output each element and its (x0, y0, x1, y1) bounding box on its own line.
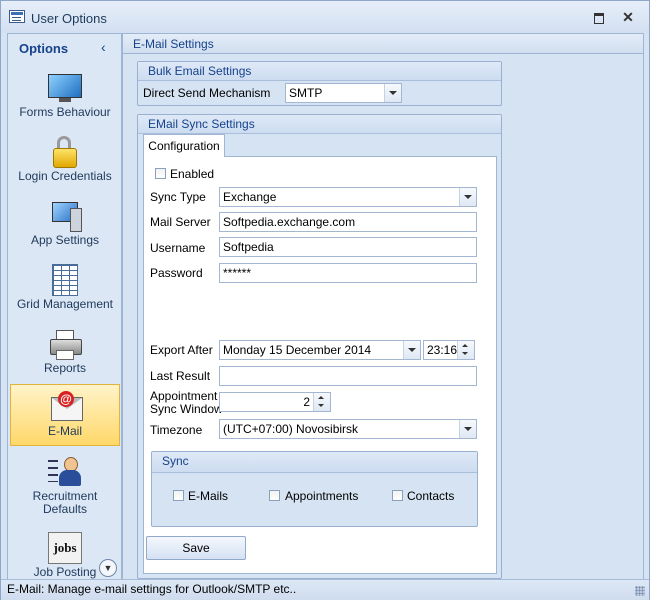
timezone-label: Timezone (150, 423, 203, 437)
last-result-label: Last Result (150, 369, 211, 383)
sidebar-item-label: Forms Behaviour (19, 105, 111, 119)
sidebar-item-label: Reports (43, 361, 87, 375)
sidebar-item-login-credentials[interactable]: Login Credentials (10, 130, 120, 194)
spin-arrows-icon[interactable] (457, 341, 474, 359)
sidebar-item-reports[interactable]: Reports (10, 322, 120, 386)
appointment-sync-window-stepper[interactable]: 2 (219, 392, 331, 412)
monitor-icon (48, 74, 82, 102)
contacts-label: Contacts (407, 489, 455, 503)
status-bar: E-Mail: Manage e-mail settings for Outlo… (1, 579, 649, 600)
direct-send-mechanism-label: Direct Send Mechanism (143, 86, 271, 100)
sidebar-item-label: E-Mail (47, 424, 82, 438)
selected-value: (UTC+07:00) Novosibirsk (223, 422, 359, 436)
sidebar-item-email[interactable]: @ E-Mail (10, 384, 120, 446)
restore-icon (594, 13, 604, 24)
enabled-label: Enabled (170, 167, 215, 181)
appointment-sync-window-label: Appointment Sync Window (150, 390, 223, 416)
computer-icon (48, 200, 82, 232)
close-button[interactable]: ✕ (618, 7, 638, 27)
person-list-icon (48, 456, 82, 488)
email-icon: @ (49, 391, 83, 423)
tab-configuration[interactable]: Configuration (143, 134, 225, 157)
close-icon: ✕ (622, 9, 634, 25)
enabled-checkbox[interactable] (155, 168, 166, 179)
sidebar-item-recruitment-defaults[interactable]: Recruitment Defaults (10, 450, 120, 520)
group-header: Sync (152, 452, 477, 473)
appointments-label: Appointments (285, 489, 359, 503)
panel-header: E-Mail Settings (123, 34, 643, 54)
export-after-date-picker[interactable]: Monday 15 December 2014 (219, 340, 421, 360)
timezone-select[interactable]: (UTC+07:00) Novosibirsk (219, 419, 477, 439)
sidebar-item-label: Grid Management (16, 297, 114, 311)
restore-button[interactable] (589, 7, 609, 27)
appointments-checkbox[interactable] (269, 490, 280, 501)
status-text: E-Mail: Manage e-mail settings for Outlo… (7, 582, 297, 596)
appointment-label-line-2: Sync Window (150, 402, 223, 416)
group-title: EMail Sync Settings (148, 117, 255, 131)
export-after-time-input[interactable]: 23:16 (423, 340, 475, 360)
chevron-down-icon[interactable] (459, 420, 476, 438)
password-input[interactable]: ****** (219, 263, 477, 283)
sync-type-label: Sync Type (150, 190, 206, 204)
resize-grip-icon[interactable] (635, 586, 645, 596)
sidebar-title: Options (19, 41, 69, 56)
title-bar: User Options ✕ (1, 1, 649, 33)
jobs-icon: jobs (48, 532, 82, 564)
time-value: 23:16 (427, 343, 458, 357)
group-title: Sync (162, 454, 189, 468)
username-input[interactable]: Softpedia (219, 237, 477, 257)
options-sidebar: Options ‹ Forms Behaviour Login Credenti… (7, 33, 122, 580)
panel-title: E-Mail Settings (133, 37, 214, 51)
sidebar-item-label: Recruitment Defaults (32, 489, 98, 516)
mail-server-input[interactable]: Softpedia.exchange.com (219, 212, 477, 232)
chevron-down-icon[interactable] (459, 188, 476, 206)
sidebar-item-app-settings[interactable]: App Settings (10, 194, 120, 258)
sidebar-item-label: App Settings (30, 233, 100, 247)
sidebar-header: Options ‹ (8, 34, 121, 62)
spin-arrows-icon[interactable] (313, 393, 330, 411)
emails-label: E-Mails (188, 489, 229, 503)
selected-value: Exchange (223, 190, 277, 204)
sidebar-item-grid-management[interactable]: Grid Management (10, 258, 120, 322)
group-header: Bulk Email Settings (138, 62, 501, 81)
contacts-checkbox[interactable] (392, 490, 403, 501)
chevron-left-icon[interactable]: ‹ (101, 39, 106, 55)
padlock-icon (48, 136, 82, 168)
chevron-down-icon[interactable] (403, 341, 420, 359)
mail-server-label: Mail Server (150, 215, 211, 229)
group-header: EMail Sync Settings (138, 115, 501, 134)
selected-date: Monday 15 December 2014 (223, 343, 372, 357)
emails-checkbox[interactable] (173, 490, 184, 501)
export-after-label: Export After (150, 343, 213, 357)
sync-type-select[interactable]: Exchange (219, 187, 477, 207)
scroll-down-button[interactable]: ▼ (99, 559, 117, 577)
chevron-down-icon: ▼ (103, 563, 113, 573)
selected-value: SMTP (289, 86, 323, 100)
sidebar-item-forms-behaviour[interactable]: Forms Behaviour (10, 66, 120, 130)
save-button[interactable]: Save (146, 536, 246, 560)
sidebar-item-label: Login Credentials (18, 169, 112, 183)
stepper-value: 2 (303, 395, 310, 409)
printer-icon (48, 328, 82, 360)
direct-send-mechanism-select[interactable]: SMTP (285, 83, 402, 103)
window-title: User Options (31, 11, 107, 26)
user-options-window: User Options ✕ Options ‹ Forms Behaviour… (0, 0, 650, 600)
username-label: Username (150, 241, 206, 255)
password-label: Password (150, 266, 203, 280)
grid-icon (52, 264, 78, 296)
group-title: Bulk Email Settings (148, 64, 252, 78)
last-result-input[interactable] (219, 366, 477, 386)
app-icon (9, 10, 25, 23)
chevron-down-icon[interactable] (384, 84, 401, 102)
